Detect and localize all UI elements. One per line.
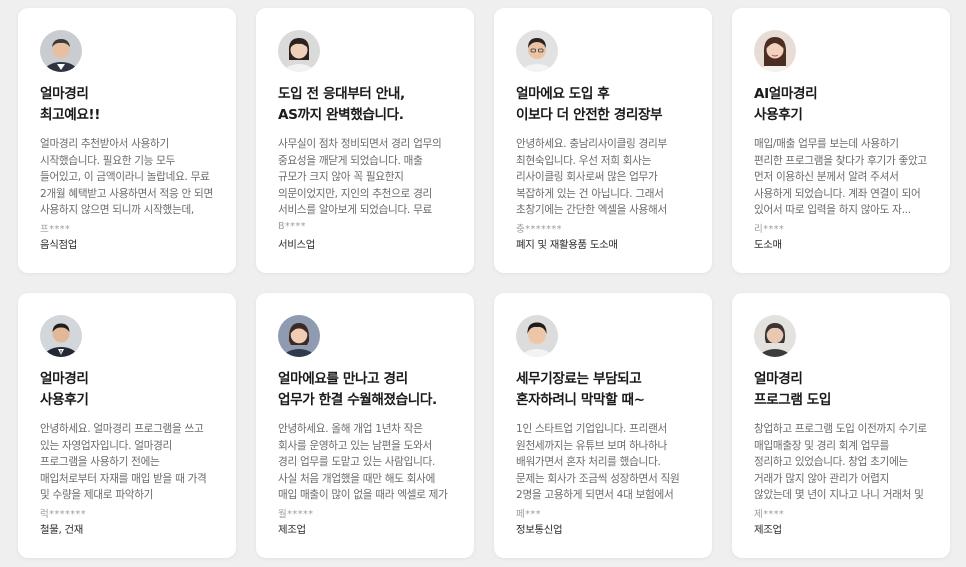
review-author: 월***** [278, 509, 314, 520]
review-industry: 제조업 [754, 524, 782, 536]
review-body: 1인 스타트업 기업입니다. 프리랜서 원천세까지는 유튜브 보며 하나하나 배… [516, 423, 680, 501]
older-woman-avatar [754, 315, 796, 357]
review-industry: 철물, 건재 [40, 524, 84, 536]
review-industry: 제조업 [278, 524, 306, 536]
review-body: 안녕하세요. 올해 개업 1년차 작은 회사를 운영하고 있는 남편을 도와서 … [278, 423, 448, 501]
review-title: 얼마경리 최고예요!! [40, 86, 101, 123]
review-card[interactable]: 얼마에요를 만나고 경리 업무가 한결 수월해졌습니다. 안녕하세요. 올해 개… [256, 293, 474, 558]
review-body: 사무실이 점차 정비되면서 경리 업무의 중요성을 깨닫게 되었습니다. 매출 … [278, 138, 442, 216]
review-title: 얼마에요를 만나고 경리 업무가 한결 수월해졌습니다. [278, 371, 437, 408]
review-card[interactable]: 얼마경리 사용후기 안녕하세요. 얼마경리 프로그램을 쓰고 있는 자영업자입니… [18, 293, 236, 558]
review-author: 제**** [754, 509, 785, 520]
review-title: 도입 전 응대부터 안내, AS까지 완벽했습니다. [278, 86, 405, 123]
woman-short-hair-avatar [278, 315, 320, 357]
review-title: 얼마에요 도입 후 이보다 더 안전한 경리장부 [516, 86, 663, 123]
young-man-avatar [516, 30, 558, 72]
review-title: 세무기장료는 부담되고 혼자하려니 막막할 때~ [516, 371, 645, 408]
review-author: 페*** [516, 509, 541, 520]
review-industry: 폐지 및 재활용품 도소매 [516, 239, 618, 251]
review-body: 창업하고 프로그램 도입 이전까지 수기로 매입매출장 및 경리 회계 업무를 … [754, 423, 927, 501]
review-card[interactable]: 얼마경리 최고예요!! 얼마경리 추천받아서 사용하기 시작했습니다. 필요한 … [18, 8, 236, 273]
review-industry: 서비스업 [278, 239, 316, 251]
review-title: AI얼마경리 사용후기 [754, 86, 818, 123]
review-industry: 음식점업 [40, 239, 78, 251]
review-card[interactable]: 도입 전 응대부터 안내, AS까지 완벽했습니다. 사무실이 점차 정비되면서… [256, 8, 474, 273]
review-card[interactable]: AI얼마경리 사용후기 매입/매출 업무를 보는데 사용하기 편리한 프로그램을… [732, 8, 950, 273]
review-card[interactable]: 얼마에요 도입 후 이보다 더 안전한 경리장부 안녕하세요. 충남리사이클링 … [494, 8, 712, 273]
woman-long-hair-avatar [754, 30, 796, 72]
review-author: 충******* [516, 224, 562, 235]
review-author: B**** [278, 221, 307, 232]
review-body: 매입/매출 업무를 보는데 사용하기 편리한 프로그램을 찾다가 후기가 좋았고… [754, 138, 927, 216]
review-author: 프**** [40, 224, 71, 235]
review-card[interactable]: 얼마경리 프로그램 도입 창업하고 프로그램 도입 이전까지 수기로 매입매출장… [732, 293, 950, 558]
review-author: 리**** [754, 224, 785, 235]
review-title: 얼마경리 사용후기 [40, 371, 89, 408]
man-suit-avatar [40, 315, 82, 357]
review-card[interactable]: 세무기장료는 부담되고 혼자하려니 막막할 때~ 1인 스타트업 기업입니다. … [494, 293, 712, 558]
review-body: 안녕하세요. 얼마경리 프로그램을 쓰고 있는 자영업자입니다. 얼마경리 프로… [40, 423, 207, 501]
review-body: 안녕하세요. 충남리사이클링 경리부 최현숙입니다. 우선 저희 회사는 리사이… [516, 138, 667, 216]
review-author: 럭******* [40, 509, 86, 520]
review-grid: 얼마경리 최고예요!! 얼마경리 추천받아서 사용하기 시작했습니다. 필요한 … [18, 8, 950, 558]
man-casual-avatar [516, 315, 558, 357]
woman-smiling-avatar [278, 30, 320, 72]
man-suit-smiling-avatar [40, 30, 82, 72]
review-industry: 정보통신업 [516, 524, 563, 536]
review-title: 얼마경리 프로그램 도입 [754, 371, 831, 408]
review-body: 얼마경리 추천받아서 사용하기 시작했습니다. 필요한 기능 모두 들어있고, … [40, 138, 213, 216]
review-industry: 도소매 [754, 239, 782, 251]
